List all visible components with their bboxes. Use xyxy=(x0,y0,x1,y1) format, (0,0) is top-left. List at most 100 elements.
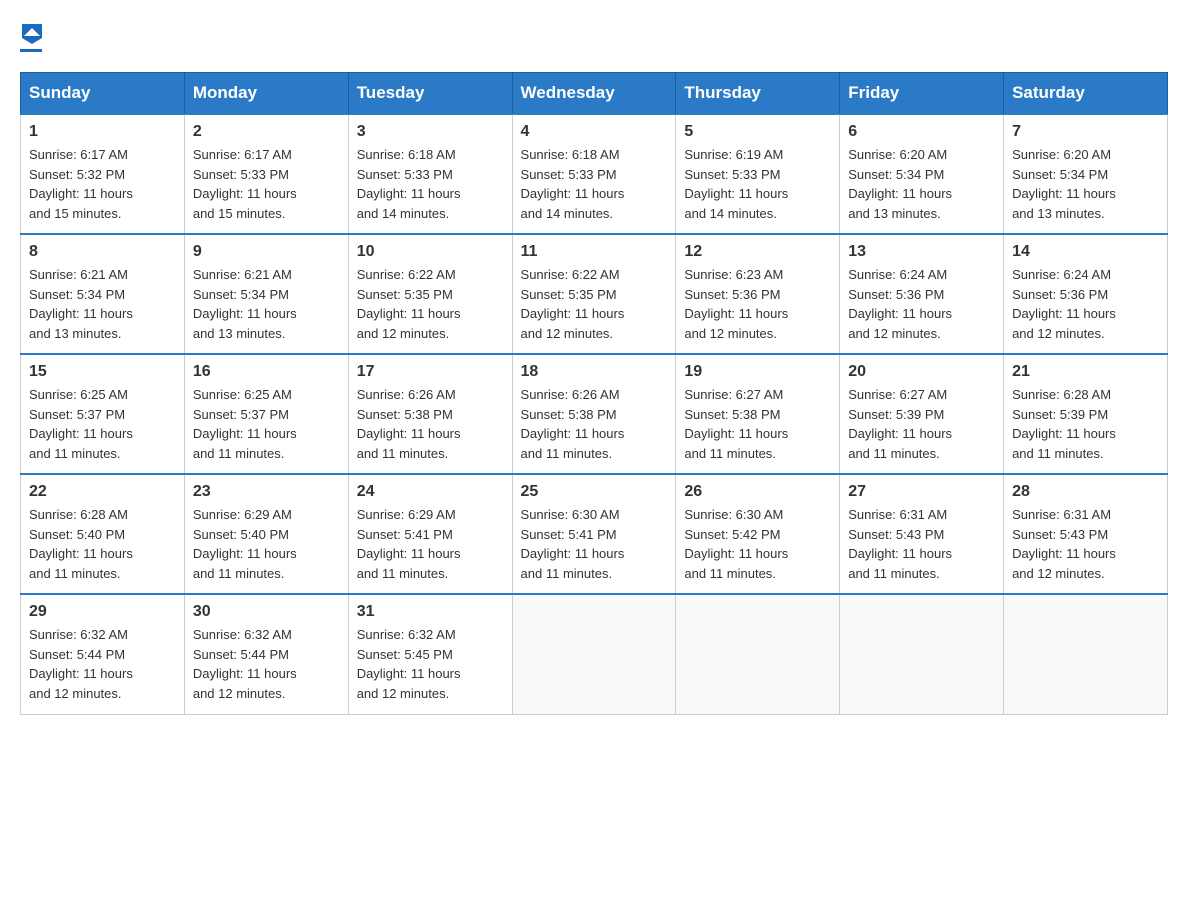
calendar-cell: 3 Sunrise: 6:18 AMSunset: 5:33 PMDaylight… xyxy=(348,114,512,234)
calendar-cell: 8 Sunrise: 6:21 AMSunset: 5:34 PMDaylight… xyxy=(21,234,185,354)
calendar-cell: 29 Sunrise: 6:32 AMSunset: 5:44 PMDayligh… xyxy=(21,594,185,714)
day-info: Sunrise: 6:26 AMSunset: 5:38 PMDaylight:… xyxy=(357,385,504,463)
calendar-cell: 20Sunrise: 6:27 AMSunset: 5:39 PMDayligh… xyxy=(840,354,1004,474)
day-info: Sunrise: 6:24 AMSunset: 5:36 PMDaylight:… xyxy=(1012,265,1159,343)
day-info: Sunrise: 6:26 AMSunset: 5:38 PMDaylight:… xyxy=(521,385,668,463)
calendar-cell: 9 Sunrise: 6:21 AMSunset: 5:34 PMDaylight… xyxy=(184,234,348,354)
day-number: 23 xyxy=(193,483,340,501)
day-number: 19 xyxy=(684,363,831,381)
week-row-3: 15 Sunrise: 6:25 AMSunset: 5:37 PMDayligh… xyxy=(21,354,1168,474)
header-row: SundayMondayTuesdayWednesdayThursdayFrid… xyxy=(21,73,1168,115)
calendar-cell: 12Sunrise: 6:23 AMSunset: 5:36 PMDayligh… xyxy=(676,234,840,354)
day-number: 10 xyxy=(357,243,504,261)
day-info: Sunrise: 6:30 AMSunset: 5:42 PMDaylight:… xyxy=(684,505,831,583)
calendar-cell: 18 Sunrise: 6:26 AMSunset: 5:38 PMDayligh… xyxy=(512,354,676,474)
day-number: 9 xyxy=(193,243,340,261)
calendar-cell: 31Sunrise: 6:32 AMSunset: 5:45 PMDayligh… xyxy=(348,594,512,714)
day-number: 30 xyxy=(193,603,340,621)
day-number: 8 xyxy=(29,243,176,261)
day-number: 13 xyxy=(848,243,995,261)
day-info: Sunrise: 6:29 AMSunset: 5:41 PMDaylight:… xyxy=(357,505,504,583)
calendar-cell: 4 Sunrise: 6:18 AMSunset: 5:33 PMDaylight… xyxy=(512,114,676,234)
calendar-cell: 30Sunrise: 6:32 AMSunset: 5:44 PMDayligh… xyxy=(184,594,348,714)
calendar-cell: 11Sunrise: 6:22 AMSunset: 5:35 PMDayligh… xyxy=(512,234,676,354)
calendar-cell: 26 Sunrise: 6:30 AMSunset: 5:42 PMDayligh… xyxy=(676,474,840,594)
page-header xyxy=(20,20,1168,52)
day-number: 22 xyxy=(29,483,176,501)
day-number: 18 xyxy=(521,363,668,381)
day-info: Sunrise: 6:21 AMSunset: 5:34 PMDaylight:… xyxy=(29,265,176,343)
day-number: 31 xyxy=(357,603,504,621)
calendar-cell xyxy=(512,594,676,714)
day-info: Sunrise: 6:22 AMSunset: 5:35 PMDaylight:… xyxy=(521,265,668,343)
calendar-cell: 14Sunrise: 6:24 AMSunset: 5:36 PMDayligh… xyxy=(1004,234,1168,354)
week-row-2: 8 Sunrise: 6:21 AMSunset: 5:34 PMDaylight… xyxy=(21,234,1168,354)
calendar-header: SundayMondayTuesdayWednesdayThursdayFrid… xyxy=(21,73,1168,115)
day-info: Sunrise: 6:29 AMSunset: 5:40 PMDaylight:… xyxy=(193,505,340,583)
day-number: 4 xyxy=(521,123,668,141)
calendar-cell: 28 Sunrise: 6:31 AMSunset: 5:43 PMDayligh… xyxy=(1004,474,1168,594)
day-info: Sunrise: 6:19 AMSunset: 5:33 PMDaylight:… xyxy=(684,145,831,223)
day-number: 27 xyxy=(848,483,995,501)
calendar-cell: 2 Sunrise: 6:17 AMSunset: 5:33 PMDaylight… xyxy=(184,114,348,234)
calendar-body: 1Sunrise: 6:17 AMSunset: 5:32 PMDaylight… xyxy=(21,114,1168,714)
day-number: 29 xyxy=(29,603,176,621)
day-number: 28 xyxy=(1012,483,1159,501)
day-number: 16 xyxy=(193,363,340,381)
calendar-cell: 25Sunrise: 6:30 AMSunset: 5:41 PMDayligh… xyxy=(512,474,676,594)
day-info: Sunrise: 6:31 AMSunset: 5:43 PMDaylight:… xyxy=(1012,505,1159,583)
calendar-cell: 10 Sunrise: 6:22 AMSunset: 5:35 PMDayligh… xyxy=(348,234,512,354)
day-number: 3 xyxy=(357,123,504,141)
day-info: Sunrise: 6:25 AMSunset: 5:37 PMDaylight:… xyxy=(29,385,176,463)
day-info: Sunrise: 6:28 AMSunset: 5:39 PMDaylight:… xyxy=(1012,385,1159,463)
day-number: 21 xyxy=(1012,363,1159,381)
column-header-sunday: Sunday xyxy=(21,73,185,115)
calendar-cell: 21 Sunrise: 6:28 AMSunset: 5:39 PMDayligh… xyxy=(1004,354,1168,474)
calendar-cell: 17 Sunrise: 6:26 AMSunset: 5:38 PMDayligh… xyxy=(348,354,512,474)
column-header-wednesday: Wednesday xyxy=(512,73,676,115)
logo-underline xyxy=(20,49,42,52)
day-info: Sunrise: 6:21 AMSunset: 5:34 PMDaylight:… xyxy=(193,265,340,343)
calendar-cell xyxy=(1004,594,1168,714)
column-header-thursday: Thursday xyxy=(676,73,840,115)
logo-arrow-icon xyxy=(22,24,42,49)
calendar-table: SundayMondayTuesdayWednesdayThursdayFrid… xyxy=(20,72,1168,715)
week-row-1: 1Sunrise: 6:17 AMSunset: 5:32 PMDaylight… xyxy=(21,114,1168,234)
day-info: Sunrise: 6:25 AMSunset: 5:37 PMDaylight:… xyxy=(193,385,340,463)
day-info: Sunrise: 6:18 AMSunset: 5:33 PMDaylight:… xyxy=(357,145,504,223)
calendar-cell: 6 Sunrise: 6:20 AMSunset: 5:34 PMDaylight… xyxy=(840,114,1004,234)
day-info: Sunrise: 6:31 AMSunset: 5:43 PMDaylight:… xyxy=(848,505,995,583)
calendar-cell: 13 Sunrise: 6:24 AMSunset: 5:36 PMDayligh… xyxy=(840,234,1004,354)
day-number: 7 xyxy=(1012,123,1159,141)
day-info: Sunrise: 6:24 AMSunset: 5:36 PMDaylight:… xyxy=(848,265,995,343)
day-info: Sunrise: 6:32 AMSunset: 5:44 PMDaylight:… xyxy=(29,625,176,703)
calendar-cell: 7 Sunrise: 6:20 AMSunset: 5:34 PMDaylight… xyxy=(1004,114,1168,234)
day-number: 15 xyxy=(29,363,176,381)
calendar-cell xyxy=(676,594,840,714)
calendar-cell: 24Sunrise: 6:29 AMSunset: 5:41 PMDayligh… xyxy=(348,474,512,594)
day-info: Sunrise: 6:17 AMSunset: 5:32 PMDaylight:… xyxy=(29,145,176,223)
day-number: 20 xyxy=(848,363,995,381)
day-number: 26 xyxy=(684,483,831,501)
calendar-cell: 22Sunrise: 6:28 AMSunset: 5:40 PMDayligh… xyxy=(21,474,185,594)
day-info: Sunrise: 6:17 AMSunset: 5:33 PMDaylight:… xyxy=(193,145,340,223)
calendar-cell: 19 Sunrise: 6:27 AMSunset: 5:38 PMDayligh… xyxy=(676,354,840,474)
column-header-saturday: Saturday xyxy=(1004,73,1168,115)
day-info: Sunrise: 6:30 AMSunset: 5:41 PMDaylight:… xyxy=(521,505,668,583)
column-header-monday: Monday xyxy=(184,73,348,115)
week-row-5: 29 Sunrise: 6:32 AMSunset: 5:44 PMDayligh… xyxy=(21,594,1168,714)
day-info: Sunrise: 6:27 AMSunset: 5:38 PMDaylight:… xyxy=(684,385,831,463)
calendar-cell: 23 Sunrise: 6:29 AMSunset: 5:40 PMDayligh… xyxy=(184,474,348,594)
day-info: Sunrise: 6:20 AMSunset: 5:34 PMDaylight:… xyxy=(848,145,995,223)
column-header-friday: Friday xyxy=(840,73,1004,115)
week-row-4: 22Sunrise: 6:28 AMSunset: 5:40 PMDayligh… xyxy=(21,474,1168,594)
day-number: 5 xyxy=(684,123,831,141)
day-number: 12 xyxy=(684,243,831,261)
day-info: Sunrise: 6:20 AMSunset: 5:34 PMDaylight:… xyxy=(1012,145,1159,223)
logo xyxy=(20,20,42,52)
day-info: Sunrise: 6:22 AMSunset: 5:35 PMDaylight:… xyxy=(357,265,504,343)
day-number: 17 xyxy=(357,363,504,381)
day-info: Sunrise: 6:18 AMSunset: 5:33 PMDaylight:… xyxy=(521,145,668,223)
day-number: 2 xyxy=(193,123,340,141)
day-number: 6 xyxy=(848,123,995,141)
